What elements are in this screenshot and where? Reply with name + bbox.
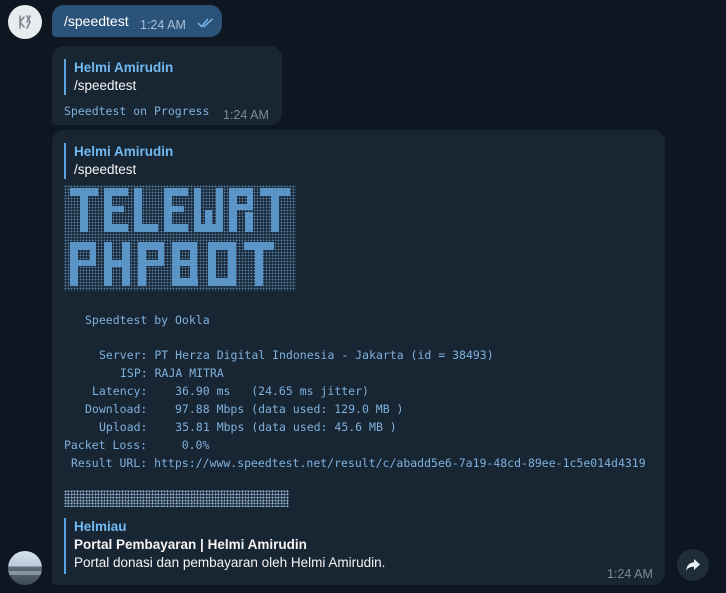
message-time: 1:24 AM bbox=[607, 567, 653, 581]
progress-status: Speedtest on Progress bbox=[64, 104, 210, 118]
server-line: Server: PT Herza Digital Indonesia - Jak… bbox=[99, 348, 494, 362]
bot-logo-icon bbox=[19, 15, 31, 29]
link-preview[interactable]: Helmiau Portal Pembayaran | Helmi Amirud… bbox=[64, 518, 385, 574]
outgoing-message[interactable]: /speedtest 1:24 AM bbox=[52, 5, 222, 37]
preview-description: Portal donasi dan pembayaran oleh Helmi … bbox=[74, 555, 386, 570]
result-message[interactable]: Helmi Amirudin /speedtest Speedtest by O… bbox=[52, 130, 665, 585]
preview-site-name: Helmiau bbox=[74, 519, 127, 534]
reply-quote[interactable]: Helmi Amirudin /speedtest bbox=[64, 59, 173, 95]
upload-line: Upload: 35.81 Mbps (data used: 45.6 MB ) bbox=[99, 420, 397, 434]
packet-loss-line: Packet Loss: 0.0% bbox=[64, 438, 210, 452]
avatar-photo bbox=[8, 571, 42, 575]
result-url-link[interactable]: Result URL: https://www.speedtest.net/re… bbox=[71, 454, 646, 472]
reply-author: Helmi Amirudin bbox=[74, 60, 174, 75]
forward-arrow-icon bbox=[686, 559, 700, 571]
provider-line: Speedtest by Ookla bbox=[85, 313, 210, 327]
reply-text: /speedtest bbox=[74, 162, 137, 177]
spoiler-text[interactable] bbox=[64, 490, 289, 507]
user-avatar[interactable] bbox=[8, 551, 42, 585]
message-time: 1:24 AM bbox=[223, 108, 269, 122]
reply-quote[interactable]: Helmi Amirudin /speedtest bbox=[64, 143, 173, 179]
message-time: 1:24 AM bbox=[140, 18, 186, 32]
reply-author: Helmi Amirudin bbox=[74, 144, 174, 159]
download-line: Download: 97.88 Mbps (data used: 129.0 M… bbox=[85, 402, 404, 416]
bot-avatar[interactable] bbox=[8, 5, 42, 39]
command-text[interactable]: /speedtest bbox=[64, 13, 129, 29]
reply-text: /speedtest bbox=[74, 78, 137, 93]
latency-line: Latency: 36.90 ms (24.65 ms jitter) bbox=[92, 384, 369, 398]
ascii-logo bbox=[64, 185, 296, 291]
double-check-icon bbox=[197, 18, 213, 28]
ascii-logo-art bbox=[70, 188, 290, 286]
forward-button[interactable] bbox=[677, 549, 709, 581]
isp-line: ISP: RAJA MITRA bbox=[120, 366, 224, 380]
preview-title: Portal Pembayaran | Helmi Amirudin bbox=[74, 537, 307, 552]
progress-message[interactable]: Helmi Amirudin /speedtest Speedtest on P… bbox=[52, 46, 282, 125]
